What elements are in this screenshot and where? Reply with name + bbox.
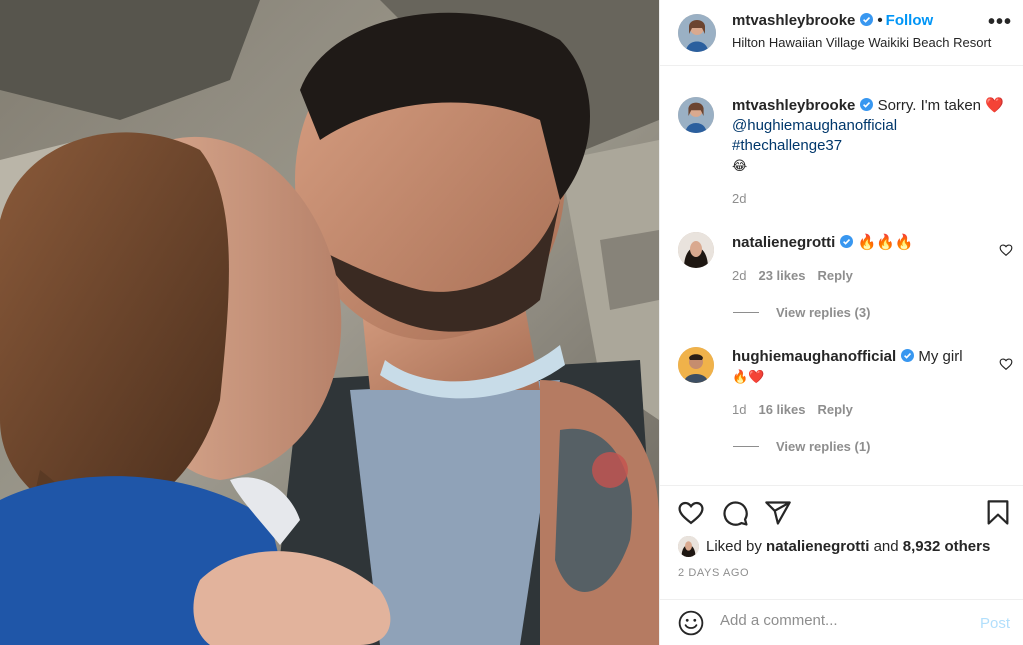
- view-replies-button[interactable]: View replies (3): [733, 305, 870, 320]
- post-photo[interactable]: [0, 0, 659, 645]
- comment-text: 🔥🔥🔥: [857, 234, 914, 251]
- laugh-emoji: 😂: [732, 158, 748, 173]
- comment-likes[interactable]: 23 likes: [758, 268, 805, 283]
- comment-like-heart-icon[interactable]: [999, 357, 1013, 371]
- comment-text: My girl: [918, 348, 963, 365]
- post-comment-button[interactable]: Post: [980, 615, 1010, 632]
- caption-text: Sorry. I'm taken: [877, 97, 982, 114]
- likes-prefix: Liked by: [706, 538, 767, 555]
- emoji-icon[interactable]: [678, 610, 704, 636]
- comment-icon[interactable]: [721, 499, 749, 527]
- commenter-avatar[interactable]: [678, 347, 714, 383]
- share-icon[interactable]: [764, 499, 792, 527]
- comment-emoji: 🔥❤️: [732, 369, 765, 384]
- author-username[interactable]: mtvashleybrooke: [732, 12, 855, 29]
- reply-button[interactable]: Reply: [817, 402, 852, 417]
- commenter-avatar[interactable]: [678, 232, 714, 268]
- replies-divider: [733, 446, 759, 447]
- comment-input[interactable]: [720, 612, 960, 629]
- bookmark-icon[interactable]: [984, 499, 1012, 527]
- heart-emoji: ❤️: [985, 97, 1004, 114]
- post-actions: Liked by natalienegrotti and 8,932 other…: [660, 485, 1023, 645]
- author-avatar[interactable]: [678, 14, 716, 52]
- kiss-photo-illustration: [0, 0, 659, 645]
- verified-badge-icon: [860, 13, 874, 26]
- comment-like-heart-icon[interactable]: [999, 243, 1013, 257]
- comment-age[interactable]: 2d: [732, 268, 746, 283]
- separator-dot: •: [877, 12, 883, 29]
- likes-middle: and: [869, 538, 903, 555]
- caption-username[interactable]: mtvashleybrooke: [732, 97, 855, 114]
- comment-username[interactable]: natalienegrotti: [732, 234, 835, 251]
- comment-row: hughiemaughanofficial My girl 🔥❤️: [732, 347, 992, 387]
- caption: mtvashleybrooke Sorry. I'm taken ❤️ @hug…: [732, 96, 1012, 176]
- hashtag-link[interactable]: #thechallenge37: [732, 136, 1012, 156]
- post-location[interactable]: Hilton Hawaiian Village Waikiki Beach Re…: [732, 35, 991, 50]
- post-header: mtvashleybrooke • Follow Hilton Hawaiian V…: [660, 0, 1023, 66]
- verified-badge-icon: [840, 235, 854, 248]
- view-replies-button[interactable]: View replies (1): [733, 439, 870, 454]
- follow-button[interactable]: Follow: [886, 12, 934, 29]
- post-side-panel: mtvashleybrooke • Follow Hilton Hawaiian V…: [659, 0, 1023, 645]
- caption-age[interactable]: 2d: [732, 191, 746, 206]
- comment-meta: 2d 23 likes Reply: [732, 268, 853, 283]
- replies-divider: [733, 312, 759, 313]
- caption-avatar[interactable]: [678, 97, 714, 133]
- likes-count[interactable]: 8,932 others: [903, 538, 991, 555]
- more-options-icon[interactable]: •••: [988, 12, 1012, 32]
- liker-avatar[interactable]: [678, 536, 699, 557]
- mention-link[interactable]: @hughiemaughanofficial: [732, 116, 1012, 136]
- verified-badge-icon: [860, 98, 874, 111]
- comment-likes[interactable]: 16 likes: [758, 402, 805, 417]
- comment-row: natalienegrotti 🔥🔥🔥: [732, 233, 914, 253]
- view-replies-label: View replies (1): [776, 439, 871, 454]
- comment-meta: 1d 16 likes Reply: [732, 402, 853, 417]
- likes-summary[interactable]: Liked by natalienegrotti and 8,932 other…: [706, 538, 990, 555]
- add-comment-bar: Post: [660, 599, 1023, 645]
- liker-username[interactable]: natalienegrotti: [766, 538, 869, 555]
- post-timestamp[interactable]: 2 DAYS AGO: [678, 567, 749, 579]
- heart-icon[interactable]: [677, 499, 705, 527]
- comment-age[interactable]: 1d: [732, 402, 746, 417]
- verified-badge-icon: [901, 349, 915, 362]
- reply-button[interactable]: Reply: [817, 268, 852, 283]
- view-replies-label: View replies (3): [776, 305, 871, 320]
- comment-username[interactable]: hughiemaughanofficial: [732, 348, 896, 365]
